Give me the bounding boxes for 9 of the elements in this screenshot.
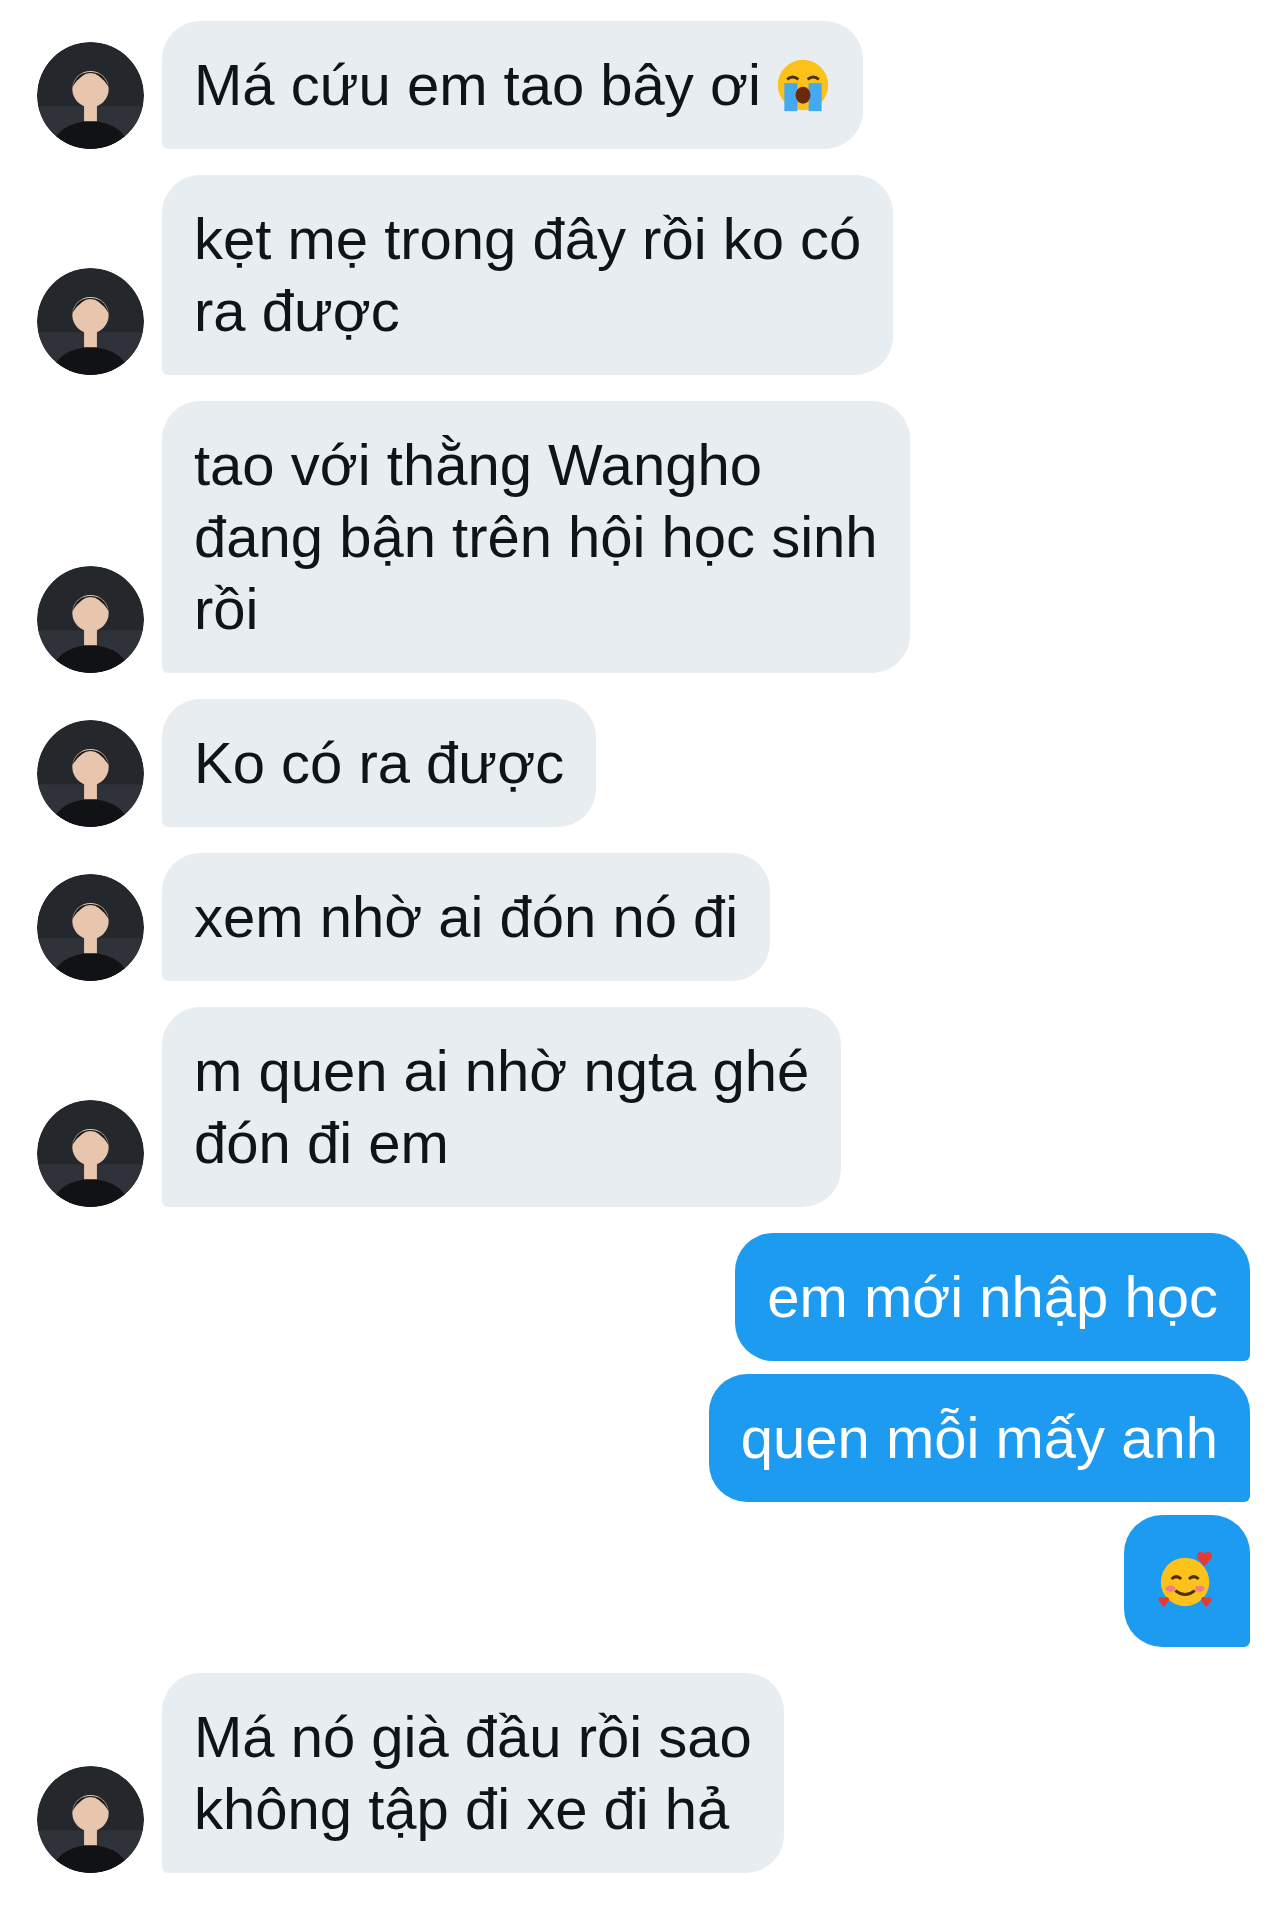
message-text: quen mỗi mấy anh [740, 1404, 1218, 1472]
message-text: xem nhờ ai đón nó đi [194, 883, 739, 951]
message-text: kẹt mẹ trong đây rồi ko có ra được [194, 205, 862, 345]
message-text: Má nó già đầu rồi sao không tập đi xe đi hả [194, 1703, 752, 1843]
message-text: tao với thằng Wangho đang bận trên hội học sinh rồi [194, 431, 878, 643]
message-text: Má cứu em tao bây ơi [194, 51, 761, 119]
message-text: em mới nhập học [767, 1263, 1218, 1331]
message-text: Ko có ra được [194, 729, 565, 797]
message-text: m quen ai nhờ ngta ghé đón đi em [194, 1037, 810, 1177]
